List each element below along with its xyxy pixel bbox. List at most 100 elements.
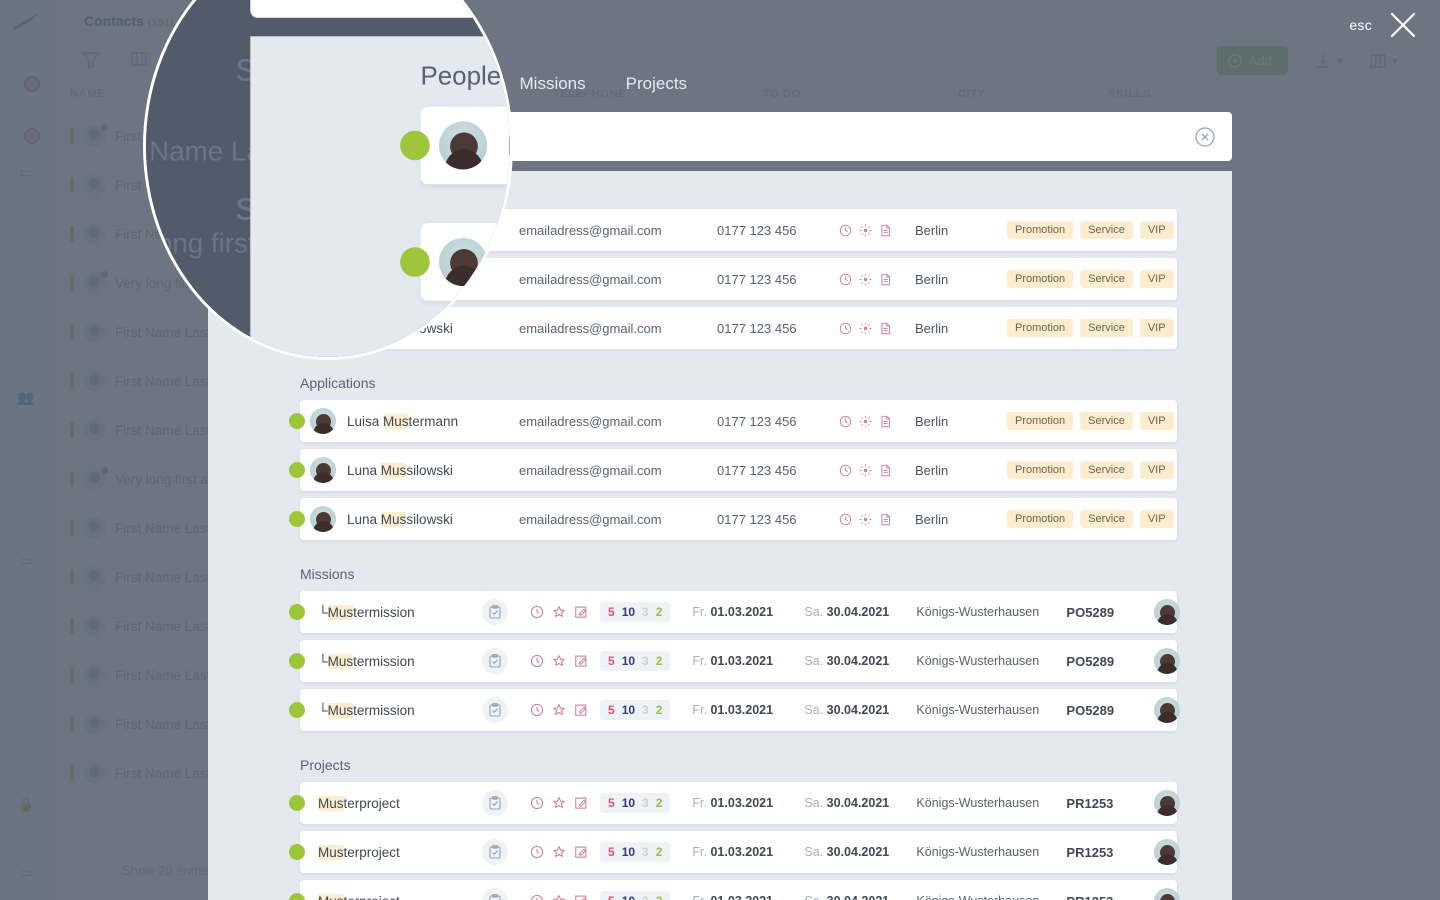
- row-status-dot: [289, 462, 305, 478]
- tag-chip[interactable]: VIP: [1139, 270, 1174, 288]
- tag-chip[interactable]: Service: [1080, 319, 1133, 337]
- mission-location: Königs-Wusterhausen: [916, 654, 1040, 668]
- person-city: Berlin: [915, 511, 949, 527]
- mission-code: PR1253: [1066, 795, 1114, 811]
- tag-chip[interactable]: VIP: [1139, 221, 1174, 239]
- tag-chip[interactable]: Promotion: [1007, 221, 1074, 239]
- tag-chip[interactable]: Promotion: [1007, 461, 1074, 479]
- sun-icon: [859, 273, 872, 285]
- lens-status-dot: [400, 247, 430, 277]
- clock-icon: [839, 224, 852, 236]
- mission-name: Musterproject: [318, 893, 482, 900]
- tag-chip[interactable]: Promotion: [1007, 412, 1074, 430]
- person-status-icons[interactable]: [839, 513, 915, 526]
- clipboard-icon-button[interactable]: [482, 697, 508, 723]
- count-total: 10: [621, 703, 636, 717]
- person-result-row[interactable]: Luna Mussilowski emailadress@gmail.com 017…: [289, 498, 1177, 540]
- lens-result-row: Luna Mussilowski: [400, 223, 510, 301]
- mission-end-date: Sa. 30.04.2021: [804, 605, 890, 619]
- mission-result-row[interactable]: └Mustermission 5 10 3 2 Fr. 01.03.2021 Sa. 30.…: [289, 591, 1181, 633]
- tag-chip[interactable]: Service: [1080, 221, 1133, 239]
- person-status-icons[interactable]: [839, 322, 915, 335]
- tag-chip[interactable]: Service: [1080, 461, 1133, 479]
- mission-result-row[interactable]: └Mustermission 5 10 3 2 Fr. 01.03.2021 Sa. 30.…: [289, 689, 1181, 731]
- lens-status-dot: [400, 130, 430, 161]
- lens-results-panel: People Luisa Musterr Luna Mussilowski: [250, 36, 510, 357]
- mission-start-date: Fr. 01.03.2021: [692, 894, 804, 900]
- count-done: 2: [655, 605, 663, 619]
- star-icon: [553, 846, 565, 857]
- mission-status-icons[interactable]: [530, 605, 600, 619]
- tab-missions[interactable]: Missions: [520, 74, 586, 102]
- person-email: emailadress@gmail.com: [519, 271, 662, 287]
- mission-status-icons[interactable]: [530, 654, 600, 668]
- clipboard-icon: [489, 605, 501, 619]
- edit-icon: [575, 606, 587, 618]
- clear-search-icon[interactable]: [1194, 126, 1216, 148]
- results-section-title: Applications: [300, 375, 376, 391]
- tag-chip[interactable]: Service: [1080, 412, 1133, 430]
- tag-chip[interactable]: VIP: [1139, 319, 1174, 337]
- mission-result-row[interactable]: Musterproject51032Fr. 01.03.2021Sa. 30.0…: [289, 880, 1181, 900]
- person-name: Luna Mussilowski: [347, 462, 453, 478]
- person-status-icons[interactable]: [839, 273, 915, 286]
- person-email: emailadress@gmail.com: [519, 320, 662, 336]
- mission-status-icons[interactable]: [530, 845, 600, 859]
- assignee-avatar[interactable]: [1154, 648, 1181, 674]
- person-result-row[interactable]: Luna Mussilowski emailadress@gmail.com 017…: [289, 449, 1177, 491]
- tag-chip[interactable]: VIP: [1139, 412, 1174, 430]
- clipboard-icon-button[interactable]: [482, 790, 508, 816]
- person-tags: Promotion Service VIP: [1007, 270, 1174, 288]
- sun-icon: [859, 464, 872, 476]
- lens-avatar: [439, 121, 488, 170]
- assignee-avatar[interactable]: [1154, 888, 1181, 900]
- tag-chip[interactable]: Service: [1080, 270, 1133, 288]
- tag-chip[interactable]: VIP: [1139, 510, 1174, 528]
- mission-code: PO5289: [1066, 653, 1115, 669]
- tag-chip[interactable]: Promotion: [1007, 270, 1074, 288]
- clipboard-icon: [489, 703, 501, 717]
- tag-chip[interactable]: Promotion: [1007, 510, 1074, 528]
- clipboard-icon-button[interactable]: [482, 648, 508, 674]
- tab-projects[interactable]: Projects: [626, 74, 687, 102]
- person-result-row[interactable]: Luisa Mustermann emailadress@gmail.com 017…: [289, 400, 1177, 442]
- clock-icon: [839, 273, 852, 285]
- sun-icon: [859, 322, 872, 334]
- mission-code: PO5289: [1066, 702, 1115, 718]
- clipboard-icon: [489, 845, 501, 859]
- lens-section-title: People: [420, 60, 502, 90]
- mission-result-row[interactable]: └Mustermission 5 10 3 2 Fr. 01.03.2021 Sa. 30.…: [289, 640, 1181, 682]
- mission-result-row[interactable]: Musterproject51032Fr. 01.03.2021Sa. 30.0…: [289, 782, 1181, 824]
- count-pending: 3: [642, 654, 649, 668]
- person-status-icons[interactable]: [839, 464, 915, 477]
- assignee-avatar[interactable]: [1154, 599, 1181, 625]
- person-email: emailadress@gmail.com: [519, 462, 662, 478]
- assignee-avatar[interactable]: [1154, 790, 1181, 816]
- clipboard-icon-button[interactable]: [482, 839, 508, 865]
- person-status-icons[interactable]: [839, 415, 915, 428]
- mission-status-icons[interactable]: [530, 796, 600, 810]
- assignee-avatar[interactable]: [1154, 839, 1181, 865]
- tag-chip[interactable]: Promotion: [1007, 319, 1074, 337]
- clock-icon: [530, 796, 544, 810]
- mission-status-icons[interactable]: [530, 703, 600, 717]
- clipboard-icon-button[interactable]: [482, 599, 508, 625]
- edit-icon: [575, 704, 587, 716]
- person-status-icons[interactable]: [839, 224, 915, 237]
- star-icon: [553, 655, 565, 666]
- count-total: 10: [621, 796, 636, 810]
- count-done: 2: [655, 703, 663, 717]
- search-match-highlight: Mus: [380, 511, 407, 527]
- edit-icon: [575, 797, 587, 809]
- search-match-highlight: Mus: [327, 653, 354, 669]
- tag-chip[interactable]: VIP: [1139, 461, 1174, 479]
- mission-result-row[interactable]: Musterproject51032Fr. 01.03.2021Sa. 30.0…: [289, 831, 1181, 873]
- magnifier-lens: Contacts (151) st Name First Name Last N…: [143, 0, 513, 360]
- mission-status-icons[interactable]: [530, 894, 600, 900]
- tag-chip[interactable]: Service: [1080, 510, 1133, 528]
- close-icon[interactable]: [1388, 10, 1418, 40]
- clipboard-icon-button[interactable]: [482, 888, 508, 900]
- person-tags: Promotion Service VIP: [1007, 510, 1174, 528]
- person-name: Luisa Mustermann: [347, 413, 459, 429]
- assignee-avatar[interactable]: [1154, 697, 1181, 723]
